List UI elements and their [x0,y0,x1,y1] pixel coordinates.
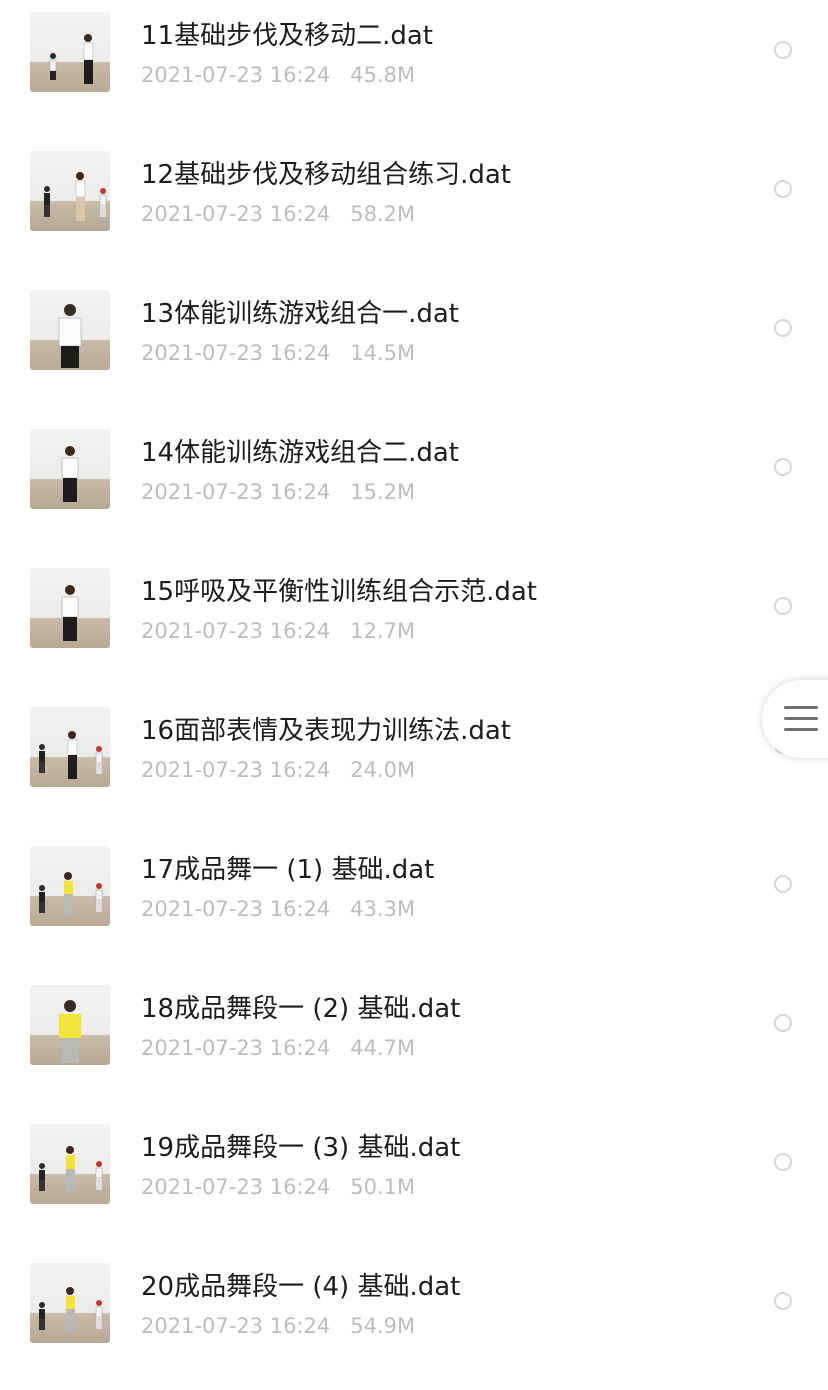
file-date: 2021-07-23 16:24 [141,1175,331,1199]
select-radio[interactable] [774,41,792,59]
file-row[interactable]: 16面部表情及表现力训练法.dat 2021-07-23 16:24 24.0M [0,695,828,834]
file-date: 2021-07-23 16:24 [141,1314,331,1338]
video-thumbnail-icon [30,290,110,370]
file-size: 50.1M [350,1175,416,1199]
file-meta: 2021-07-23 16:24 12.7M [141,618,415,644]
select-radio[interactable] [774,180,792,198]
file-date: 2021-07-23 16:24 [141,1036,331,1060]
file-list: 11基础步伐及移动二.dat 2021-07-23 16:24 45.8M 12基… [0,0,828,1372]
file-name: 19成品舞段一 (3) 基础.dat [141,1133,461,1163]
file-size: 43.3M [350,897,416,921]
file-meta: 2021-07-23 16:24 58.2M [141,201,415,227]
select-radio[interactable] [774,597,792,615]
video-thumbnail-icon [30,429,110,509]
video-thumbnail-icon [30,707,110,787]
file-meta: 2021-07-23 16:24 50.1M [141,1174,415,1200]
video-thumbnail-icon [30,151,110,231]
file-row[interactable]: 19成品舞段一 (3) 基础.dat 2021-07-23 16:24 50.1M [0,1112,828,1251]
file-name: 14体能训练游戏组合二.dat [141,438,459,468]
file-name: 18成品舞段一 (2) 基础.dat [141,994,461,1024]
video-thumbnail-icon [30,846,110,926]
video-thumbnail-icon [30,568,110,648]
file-size: 12.7M [350,619,416,643]
file-meta: 2021-07-23 16:24 43.3M [141,896,415,922]
video-thumbnail-icon [30,12,110,92]
select-radio[interactable] [774,1014,792,1032]
video-thumbnail-icon [30,985,110,1065]
file-name: 16面部表情及表现力训练法.dat [141,716,511,746]
file-size: 45.8M [350,63,416,87]
file-meta: 2021-07-23 16:24 54.9M [141,1313,415,1339]
select-radio[interactable] [774,458,792,476]
select-radio[interactable] [774,1153,792,1171]
file-date: 2021-07-23 16:24 [141,897,331,921]
file-name: 17成品舞一 (1) 基础.dat [141,855,435,885]
file-meta: 2021-07-23 16:24 44.7M [141,1035,415,1061]
file-meta: 2021-07-23 16:24 45.8M [141,62,415,88]
file-row[interactable]: 20成品舞段一 (4) 基础.dat 2021-07-23 16:24 54.9M [0,1251,828,1390]
file-row[interactable]: 15呼吸及平衡性训练组合示范.dat 2021-07-23 16:24 12.7M [0,556,828,695]
select-radio[interactable] [774,875,792,893]
file-size: 44.7M [350,1036,416,1060]
file-meta: 2021-07-23 16:24 14.5M [141,340,415,366]
file-size: 14.5M [350,341,416,365]
file-name: 20成品舞段一 (4) 基础.dat [141,1272,461,1302]
file-size: 58.2M [350,202,416,226]
file-meta: 2021-07-23 16:24 24.0M [141,757,415,783]
file-name: 11基础步伐及移动二.dat [141,21,433,51]
file-size: 24.0M [350,758,416,782]
file-row[interactable]: 18成品舞段一 (2) 基础.dat 2021-07-23 16:24 44.7M [0,973,828,1112]
file-size: 15.2M [350,480,416,504]
select-radio[interactable] [774,319,792,337]
file-name: 13体能训练游戏组合一.dat [141,299,459,329]
hamburger-menu-icon [784,706,818,732]
file-date: 2021-07-23 16:24 [141,480,331,504]
file-date: 2021-07-23 16:24 [141,619,331,643]
file-row[interactable]: 14体能训练游戏组合二.dat 2021-07-23 16:24 15.2M [0,417,828,556]
file-date: 2021-07-23 16:24 [141,758,331,782]
video-thumbnail-icon [30,1124,110,1204]
file-date: 2021-07-23 16:24 [141,202,331,226]
file-date: 2021-07-23 16:24 [141,63,331,87]
file-size: 54.9M [350,1314,416,1338]
file-name: 12基础步伐及移动组合练习.dat [141,160,511,190]
file-row[interactable]: 13体能训练游戏组合一.dat 2021-07-23 16:24 14.5M [0,278,828,417]
file-row[interactable]: 12基础步伐及移动组合练习.dat 2021-07-23 16:24 58.2M [0,139,828,278]
select-radio[interactable] [774,1292,792,1310]
video-thumbnail-icon [30,1263,110,1343]
file-row[interactable]: 17成品舞一 (1) 基础.dat 2021-07-23 16:24 43.3M [0,834,828,973]
file-row[interactable]: 11基础步伐及移动二.dat 2021-07-23 16:24 45.8M [0,0,828,139]
file-meta: 2021-07-23 16:24 15.2M [141,479,415,505]
file-name: 15呼吸及平衡性训练组合示范.dat [141,577,537,607]
file-date: 2021-07-23 16:24 [141,341,331,365]
